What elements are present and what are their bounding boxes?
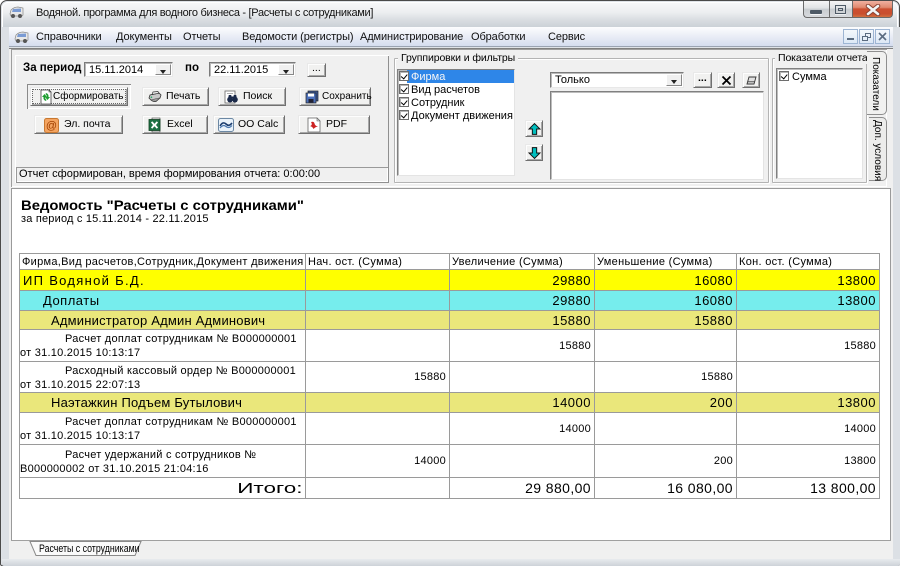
- svg-text:@: @: [46, 120, 57, 132]
